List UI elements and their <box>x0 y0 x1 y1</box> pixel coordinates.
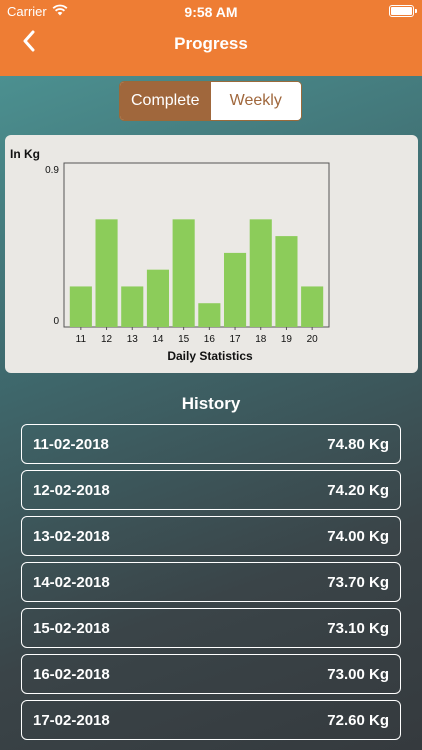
history-row[interactable]: 15-02-2018 73.10 Kg <box>21 608 401 648</box>
history-title: History <box>181 394 241 413</box>
history-list: 11-02-2018 74.80 Kg 12-02-2018 74.20 Kg 13-0… <box>21 424 401 746</box>
history-weight: 72.60 Kg <box>327 711 389 729</box>
status-bar: Carrier 9:58 AM <box>0 0 422 24</box>
history-weight: 73.70 Kg <box>327 573 389 591</box>
bar-14 <box>146 269 170 327</box>
history-row[interactable]: 16-02-2018 73.00 Kg <box>21 654 401 694</box>
history-date: 13-02-2018 <box>33 527 110 545</box>
history-date: 14-02-2018 <box>33 573 110 591</box>
page-title: Progress <box>174 34 248 53</box>
daily-chart-card: In Kg 0 0.9 11 12 13 14 15 16 17 18 19 20 Daily St… <box>5 135 418 373</box>
history-weight: 74.80 Kg <box>327 435 389 453</box>
history-row[interactable]: 11-02-2018 74.80 Kg <box>21 424 401 464</box>
bar-12 <box>95 219 118 327</box>
x-tick-label: 11 <box>76 334 87 345</box>
history-date: 15-02-2018 <box>33 619 110 637</box>
bar-19 <box>275 236 298 327</box>
x-tick-label: 13 <box>127 334 139 345</box>
bar-17 <box>223 252 247 327</box>
bar-11 <box>69 286 92 327</box>
app-header: Carrier 9:58 AM Progress <box>0 0 422 76</box>
x-tick-label: 17 <box>229 334 241 345</box>
y-tick-label: 0.9 <box>45 165 59 176</box>
x-tick-label: 19 <box>281 334 293 345</box>
battery-icon <box>389 5 417 17</box>
history-row[interactable]: 14-02-2018 73.70 Kg <box>21 562 401 602</box>
chart-x-label: Daily Statistics <box>167 349 253 363</box>
chart-y-label: In Kg <box>10 147 40 161</box>
history-row[interactable]: 17-02-2018 72.60 Kg <box>21 700 401 740</box>
history-row[interactable]: 12-02-2018 74.20 Kg <box>21 470 401 510</box>
x-axis-ticks: 11 12 13 14 15 16 17 18 19 20 <box>76 327 318 345</box>
history-weight: 74.00 Kg <box>327 527 389 545</box>
history-date: 16-02-2018 <box>33 665 110 683</box>
nav-bar: Progress <box>0 24 422 64</box>
view-segment-control: Complete Weekly <box>119 81 302 121</box>
y-tick-label: 0 <box>53 316 59 327</box>
x-tick-label: 14 <box>152 334 164 345</box>
daily-bar-chart: In Kg 00.9 11 12 13 14 15 16 17 18 19 20 Daily St… <box>10 147 330 363</box>
history-date: 12-02-2018 <box>33 481 110 499</box>
x-tick-label: 16 <box>204 334 216 345</box>
x-tick-label: 20 <box>307 334 319 345</box>
history-date: 17-02-2018 <box>33 711 110 729</box>
status-time: 9:58 AM <box>184 4 238 20</box>
bar-13 <box>121 286 144 327</box>
segment-weekly[interactable]: Weekly <box>210 82 301 120</box>
history-row[interactable]: 13-02-2018 74.00 Kg <box>21 516 401 556</box>
history-weight: 73.00 Kg <box>327 665 389 683</box>
x-tick-label: 15 <box>178 334 190 345</box>
history-weight: 73.10 Kg <box>327 619 389 637</box>
bar-18 <box>249 219 272 327</box>
segment-complete[interactable]: Complete <box>120 82 211 120</box>
history-date: 11-02-2018 <box>33 435 109 453</box>
bar-20 <box>301 286 324 327</box>
bar-16 <box>198 303 221 327</box>
x-tick-label: 12 <box>101 334 113 345</box>
history-weight: 74.20 Kg <box>327 481 389 499</box>
x-tick-label: 18 <box>255 334 267 345</box>
bar-15 <box>172 219 195 327</box>
y-axis-ticks: 00.9 <box>45 165 59 327</box>
